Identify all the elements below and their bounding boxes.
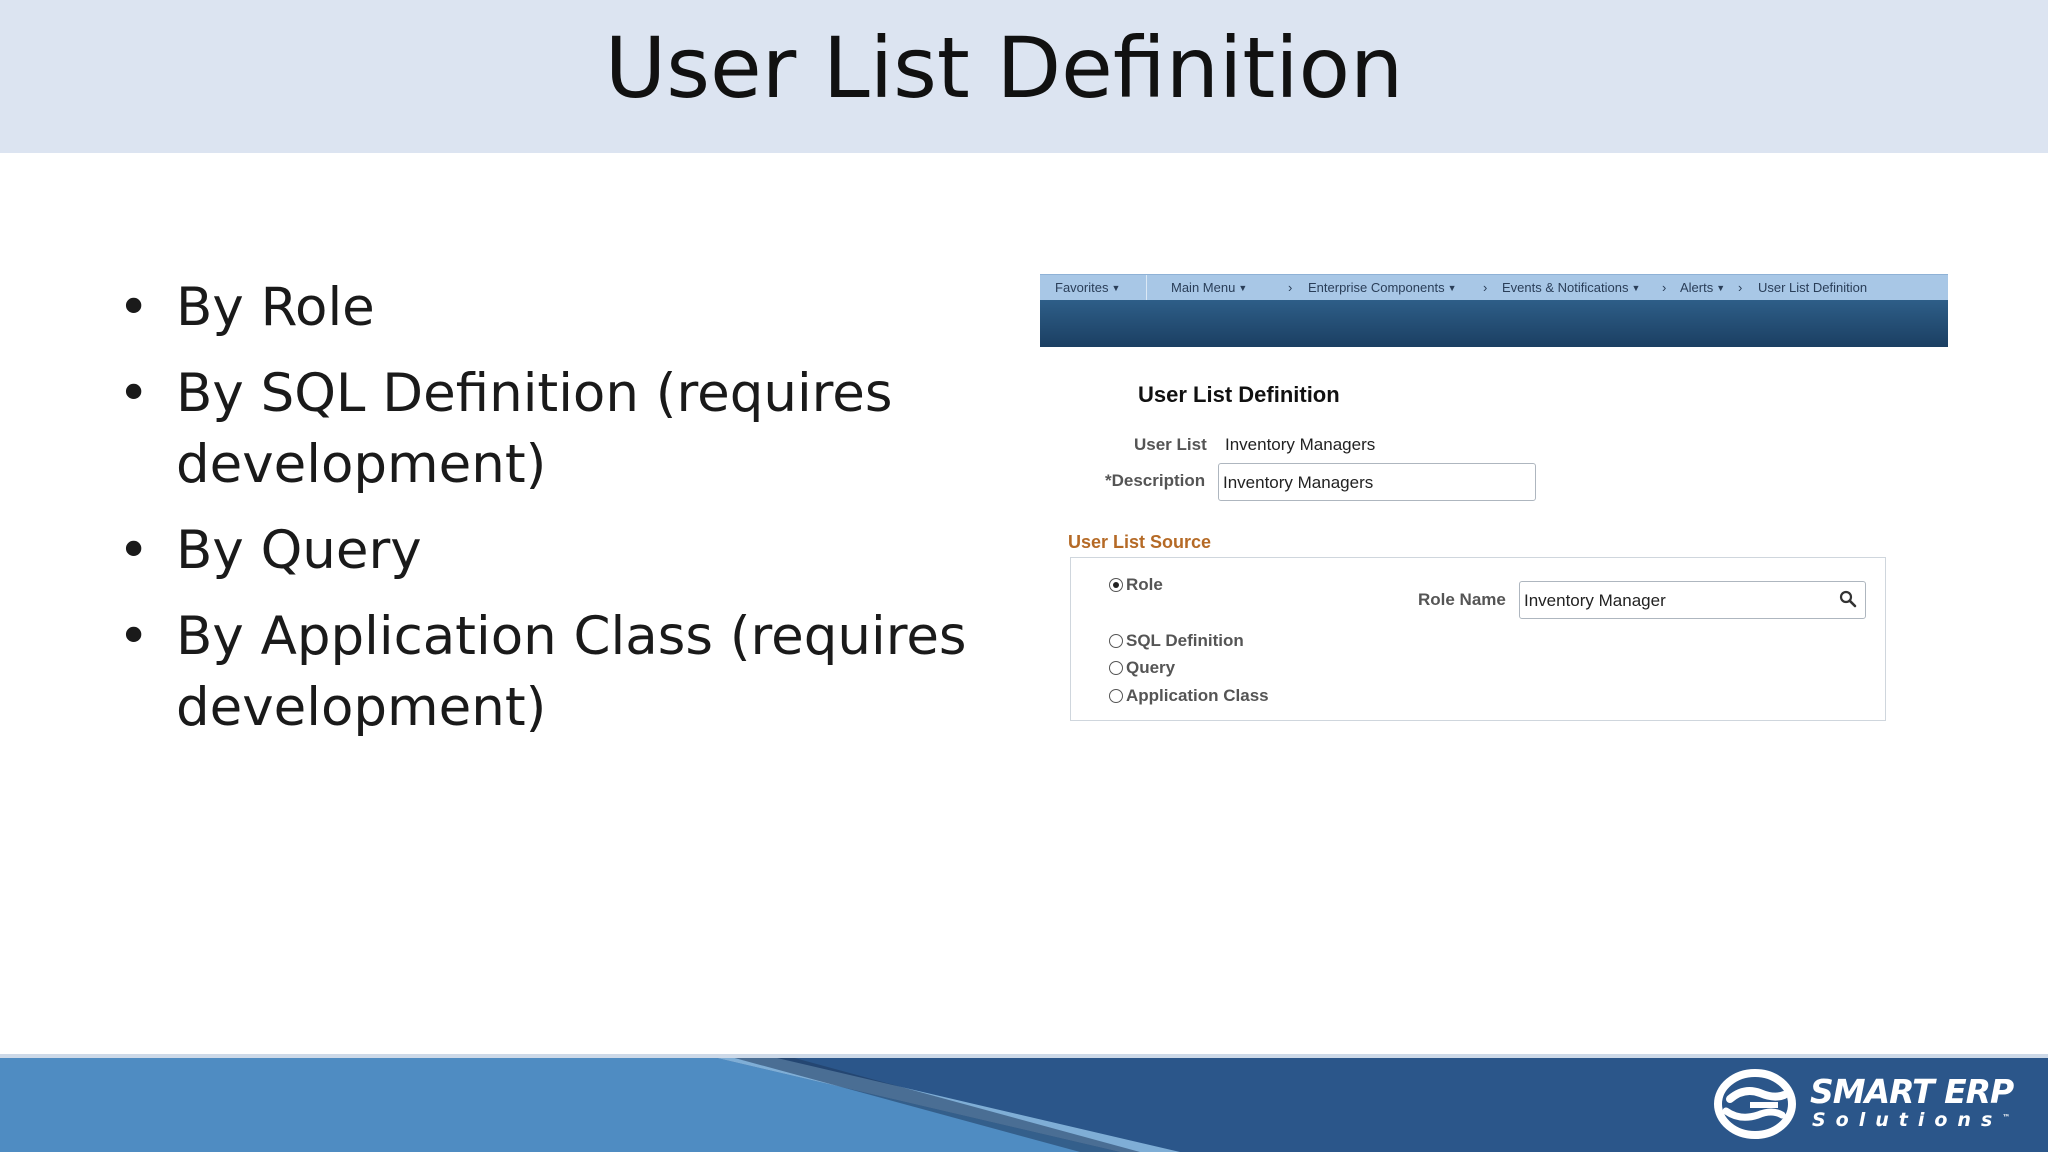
peoplesoft-nav-bar: Favorites ▼ Main Menu ▼ › Enterprise Compo…: [1040, 274, 1948, 301]
nav-user-list-definition[interactable]: User List Definition: [1758, 280, 1867, 295]
bullet-list: • By Role • By SQL Definition (requires de…: [118, 272, 978, 758]
description-label: *Description: [1105, 471, 1206, 490]
bullet-dot-icon: •: [118, 363, 150, 424]
radio-sql-definition[interactable]: SQL Definition: [1109, 631, 1244, 651]
bullet-dot-icon: •: [118, 520, 150, 581]
slide-title: User List Definition: [604, 19, 1404, 117]
role-name-label: Role Name: [1418, 590, 1506, 609]
caret-down-icon: ▼: [1238, 283, 1248, 293]
bullet-item: • By Application Class (requires developm…: [118, 601, 978, 743]
nav-alerts[interactable]: Alerts ▼: [1680, 280, 1725, 295]
logo-text: SMART ERP: [1810, 1072, 2014, 1111]
bullet-dot-icon: •: [118, 606, 150, 667]
bullet-text: By Application Class (requires developme…: [176, 606, 967, 738]
nav-divider: [1146, 275, 1147, 301]
role-name-field[interactable]: Inventory Manager: [1519, 581, 1866, 619]
bullet-text: By SQL Definition (requires development): [176, 363, 893, 495]
breadcrumb-chevron-icon: ›: [1738, 280, 1743, 295]
user-list-source-title: User List Source: [1068, 532, 1212, 552]
bullet-item: • By Query: [118, 515, 978, 586]
radio-unselected-icon: [1109, 634, 1123, 648]
radio-application-class[interactable]: Application Class: [1109, 686, 1269, 706]
logo-subtext: Solutions™: [1812, 1109, 2011, 1131]
nav-enterprise-components[interactable]: Enterprise Components ▼: [1308, 280, 1457, 295]
slide-footer: SMART ERP Solutions™: [0, 1054, 2048, 1152]
caret-down-icon: ▼: [1447, 283, 1457, 293]
caret-down-icon: ▼: [1631, 283, 1641, 293]
radio-query[interactable]: Query: [1109, 658, 1175, 678]
role-name-value: Inventory Manager: [1524, 591, 1666, 610]
search-icon[interactable]: [1839, 590, 1857, 608]
page-title: User List Definition: [1138, 382, 1340, 407]
breadcrumb-chevron-icon: ›: [1483, 280, 1488, 295]
bullet-item: • By Role: [118, 272, 978, 343]
radio-unselected-icon: [1109, 661, 1123, 675]
title-band: User List Definition: [0, 0, 2048, 153]
radio-unselected-icon: [1109, 689, 1123, 703]
caret-down-icon: ▼: [1716, 283, 1726, 293]
bullet-dot-icon: •: [118, 277, 150, 338]
smart-erp-logo-icon: [1714, 1069, 1796, 1139]
nav-main-menu[interactable]: Main Menu ▼: [1171, 280, 1247, 295]
bullet-text: By Role: [176, 277, 375, 338]
caret-down-icon: ▼: [1111, 283, 1121, 293]
breadcrumb-chevron-icon: ›: [1662, 280, 1667, 295]
bullet-item: • By SQL Definition (requires development…: [118, 358, 978, 500]
breadcrumb-chevron-icon: ›: [1288, 280, 1293, 295]
description-field[interactable]: Inventory Managers: [1218, 463, 1536, 501]
user-list-value: Inventory Managers: [1225, 435, 1376, 454]
radio-selected-icon: [1109, 578, 1123, 592]
peoplesoft-banner: [1040, 300, 1948, 347]
radio-role[interactable]: Role: [1109, 575, 1163, 595]
user-list-label: User List: [1134, 435, 1207, 454]
nav-events-notifications[interactable]: Events & Notifications ▼: [1502, 280, 1640, 295]
nav-favorites[interactable]: Favorites ▼: [1055, 280, 1120, 295]
bullet-text: By Query: [176, 520, 422, 581]
